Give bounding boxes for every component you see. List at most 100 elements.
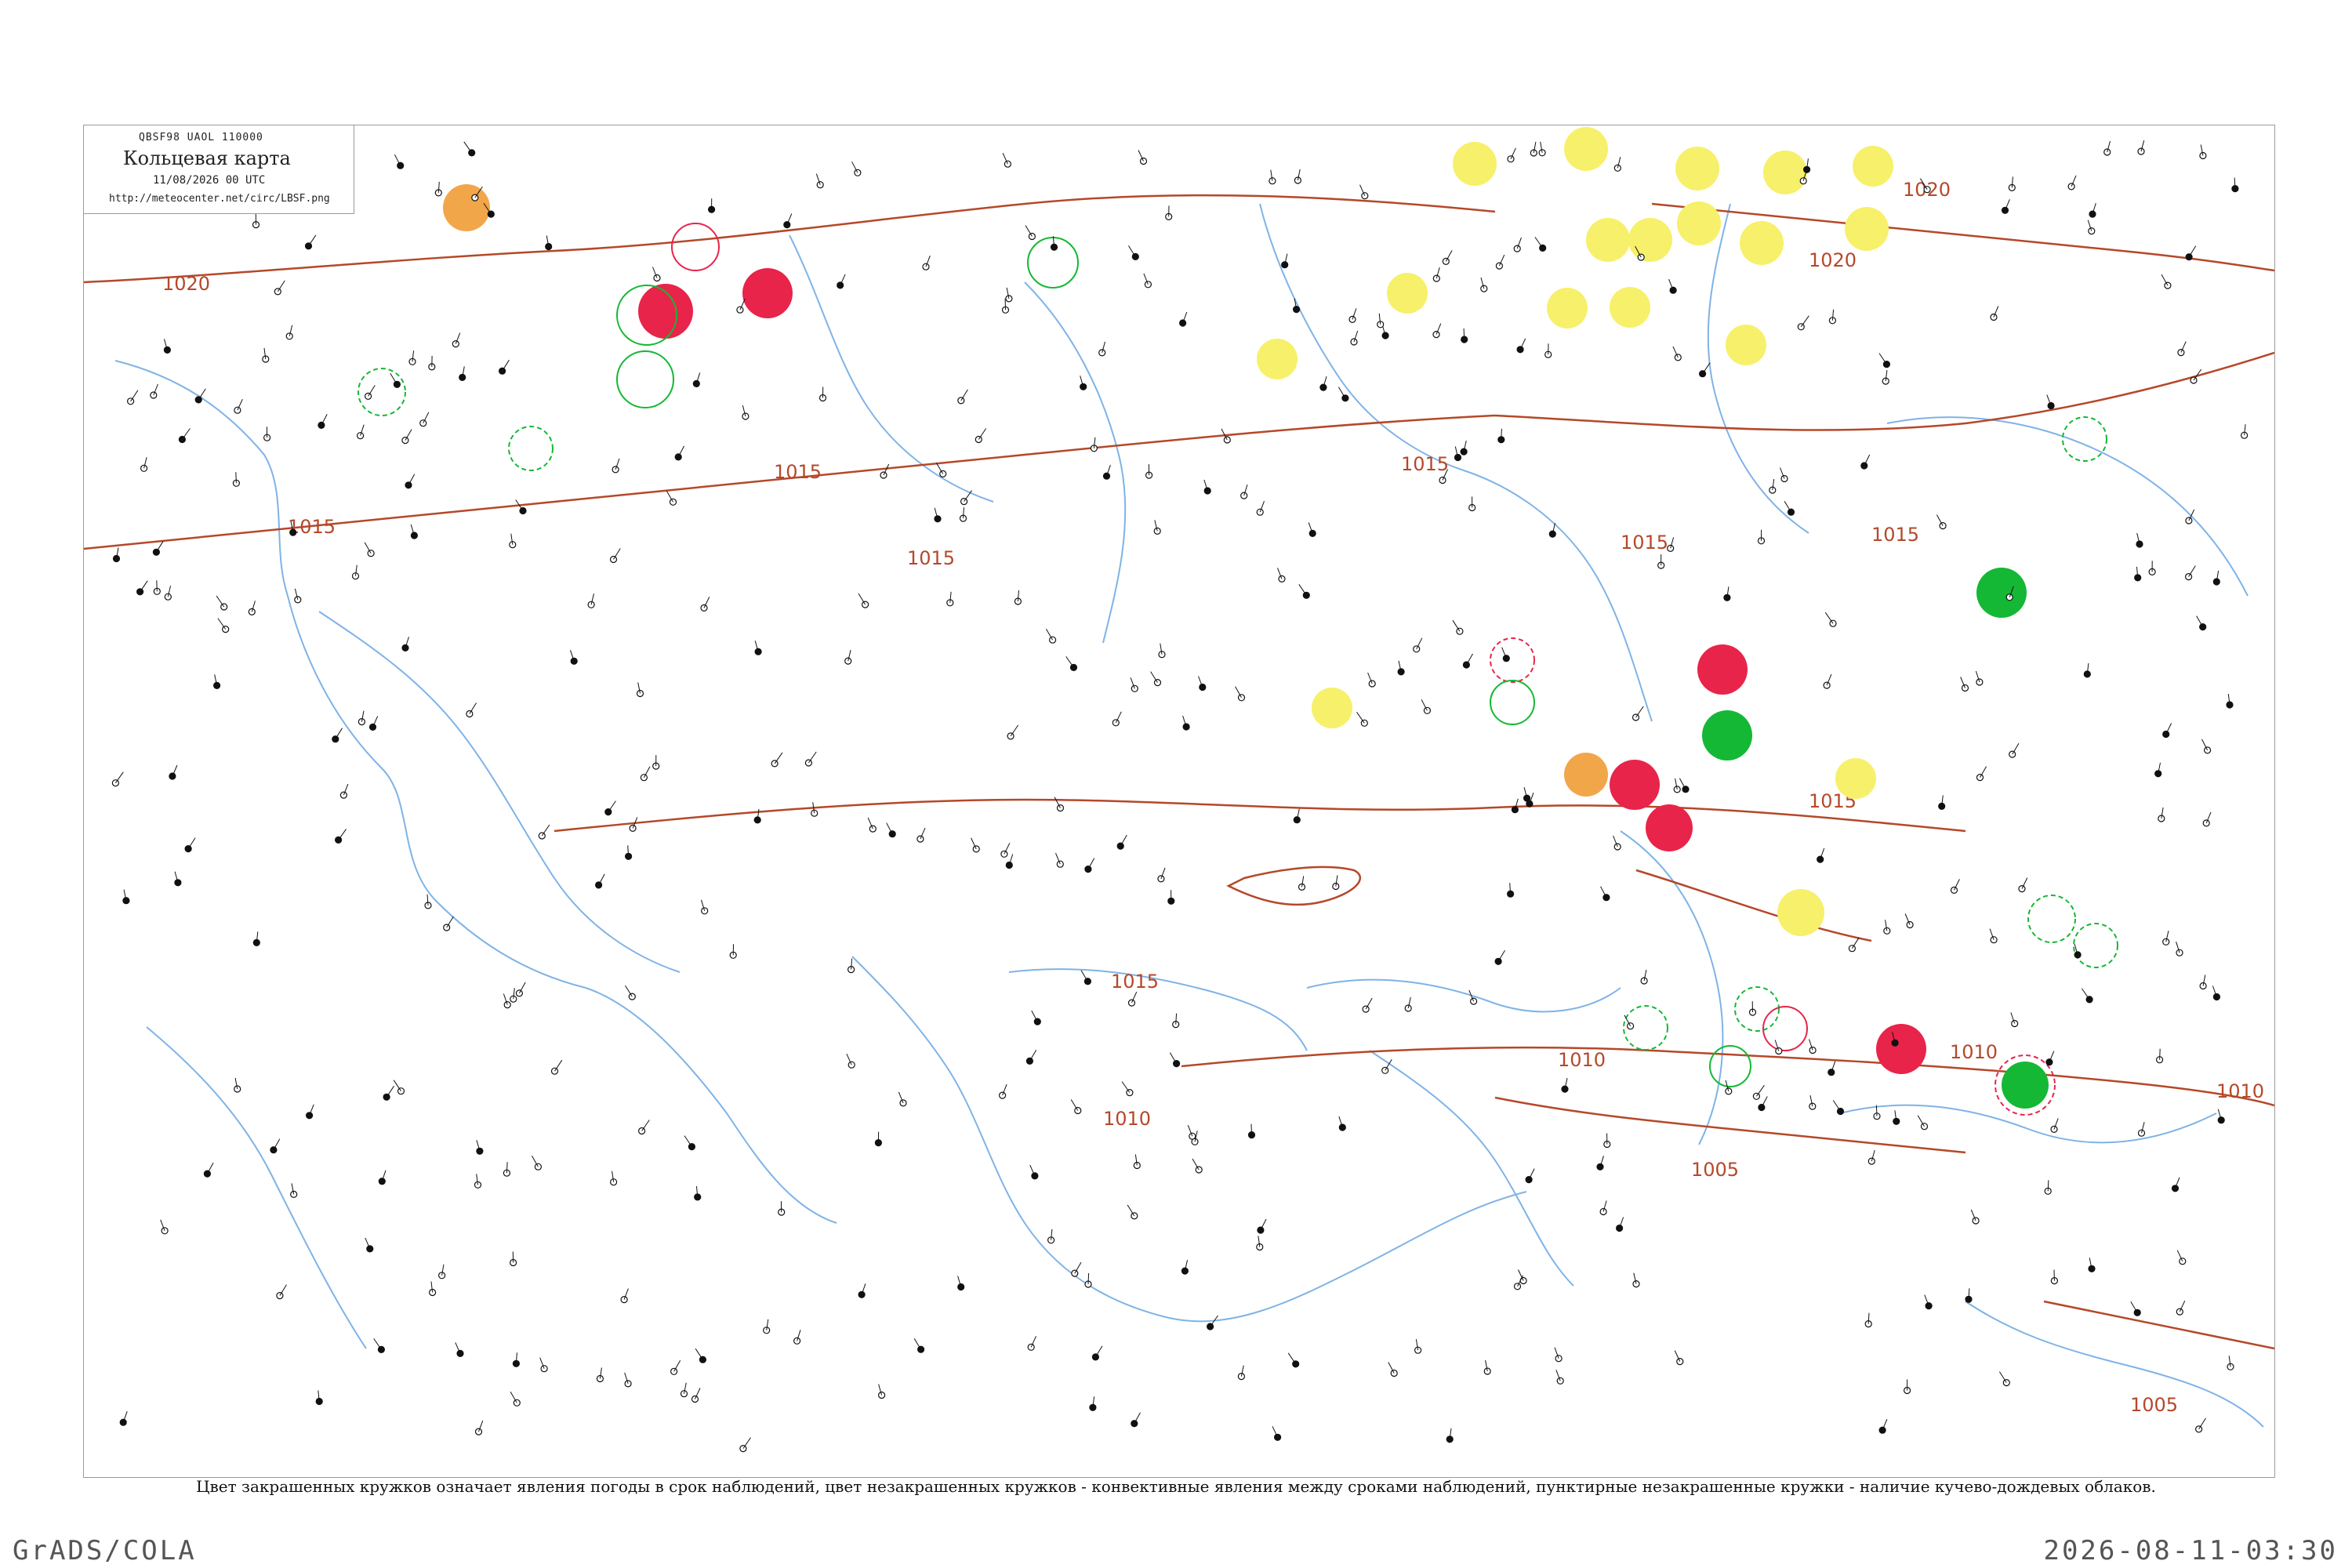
- isobar-label: 1020: [162, 273, 210, 295]
- wind-barb: [181, 428, 191, 440]
- map-datetime: 11/08/2026 00 UTC: [153, 174, 266, 187]
- wind-barb: [1298, 584, 1307, 596]
- weather-markers: [358, 127, 2118, 1116]
- wind-barb: [2130, 1301, 2138, 1313]
- wind-barb: [1851, 937, 1860, 949]
- marker-red: [742, 268, 793, 318]
- wind-barb: [1127, 245, 1136, 257]
- marker-yellow: [1675, 147, 1719, 191]
- wind-barb: [2198, 1417, 2206, 1430]
- station-dot: [736, 306, 744, 314]
- station-dot: [922, 263, 930, 270]
- wind-barb: [1832, 1100, 1841, 1112]
- marker-red: [1697, 644, 1748, 695]
- wind-barb: [308, 234, 317, 247]
- wind-barb: [140, 580, 148, 593]
- isobar-label: 1015: [1401, 453, 1449, 475]
- wind-barb: [2047, 1180, 2049, 1192]
- wind-barb: [338, 829, 347, 840]
- wind-barb: [1192, 1158, 1200, 1171]
- wind-barb: [1501, 428, 1502, 440]
- wind-barb: [2012, 742, 2020, 755]
- map-canvas: 1020 1020 1015 1015 1015 1015 1015 1015 …: [84, 127, 2274, 1453]
- wind-barb: [368, 385, 376, 397]
- wind-barb: [1087, 1272, 1090, 1285]
- bulletin-code: QBSF98 UAOL 110000: [139, 132, 263, 143]
- footer-software-label: GrADS/COLA: [13, 1535, 197, 1566]
- wind-barb: [2188, 565, 2196, 577]
- wind-barb: [1169, 1052, 1178, 1064]
- wind-barb: [2234, 177, 2236, 189]
- marker-yellow: [1726, 325, 1766, 365]
- station-dot: [1613, 164, 1621, 172]
- marker-yellow: [1740, 221, 1784, 265]
- wind-barb: [1080, 970, 1088, 982]
- wind-barb: [155, 541, 164, 553]
- marker-yellow: [1453, 142, 1497, 186]
- station-dot: [410, 532, 418, 539]
- wind-barb: [1878, 353, 1887, 365]
- wind-barb: [390, 373, 397, 385]
- station-dot: [471, 194, 479, 201]
- map-caption: Цвет закрашенных кружков означает явлени…: [196, 1477, 2156, 1496]
- wind-barb: [1045, 628, 1054, 641]
- station-dot: [1000, 850, 1008, 858]
- marker-orange: [443, 184, 490, 231]
- marker-yellow: [1777, 889, 1824, 936]
- marker-red-ring: [671, 223, 720, 271]
- wind-barb: [510, 1392, 517, 1403]
- station-dot: [152, 548, 161, 556]
- station-dot: [837, 281, 844, 289]
- wind-barb: [1875, 1105, 1878, 1116]
- marker-yellow: [1763, 151, 1807, 194]
- map-source-url[interactable]: http://meteocenter.net/circ/LBSF.png: [109, 193, 330, 205]
- station-dot: [222, 625, 230, 633]
- marker-yellow: [1835, 758, 1876, 799]
- wind-barb: [808, 751, 817, 764]
- station-dot: [869, 825, 877, 833]
- wind-barb: [1635, 706, 1644, 718]
- marker-yellow: [1628, 218, 1672, 262]
- marker-yellow: [1564, 127, 1608, 171]
- wind-barb: [1998, 1371, 2007, 1383]
- wind-barb: [1755, 1085, 1765, 1097]
- marker-green: [1702, 710, 1752, 760]
- wind-barb: [130, 390, 139, 402]
- wind-barb: [1127, 1204, 1135, 1217]
- wind-barb: [554, 1059, 563, 1072]
- marker-yellow: [1257, 339, 1298, 379]
- wind-barb: [1824, 612, 1834, 624]
- wind-barb: [774, 752, 783, 764]
- station-dot: [1507, 155, 1515, 163]
- wind-barb: [1150, 671, 1158, 683]
- station-dot: [2137, 147, 2145, 155]
- isobar-label: 1015: [1111, 971, 1159, 993]
- wind-barb: [506, 1162, 508, 1174]
- wind-barb: [386, 1086, 394, 1098]
- wind-barb: [235, 472, 237, 484]
- marker-dashed-ring: [508, 426, 554, 471]
- marker-yellow: [1387, 273, 1428, 314]
- isobar-label: 1015: [1871, 524, 1919, 546]
- station-dot: [178, 435, 187, 444]
- station-dot: [854, 169, 862, 176]
- marker-green: [1976, 568, 2027, 618]
- wind-barb: [978, 428, 987, 440]
- wind-barb: [1800, 315, 1809, 328]
- wind-barb: [1917, 1115, 1925, 1127]
- station-dot: [111, 779, 120, 787]
- wind-barb: [187, 837, 196, 849]
- wind-barb: [277, 280, 285, 292]
- wind-barb: [625, 985, 633, 997]
- wind-barb: [1534, 237, 1544, 249]
- marker-dashed-ring: [2027, 895, 2076, 943]
- marker-dashed-ring: [1490, 637, 1535, 683]
- wind-barb: [2159, 1048, 2161, 1060]
- marker-dashed-ring: [1762, 1006, 1808, 1051]
- map-frame: 1020 1020 1015 1015 1015 1015 1015 1015 …: [83, 125, 2275, 1478]
- wind-barb: [373, 1338, 382, 1350]
- isobar-label: 1015: [907, 547, 955, 569]
- wind-barb: [1784, 500, 1791, 513]
- station-dot: [169, 772, 176, 780]
- marker-yellow: [1547, 288, 1588, 328]
